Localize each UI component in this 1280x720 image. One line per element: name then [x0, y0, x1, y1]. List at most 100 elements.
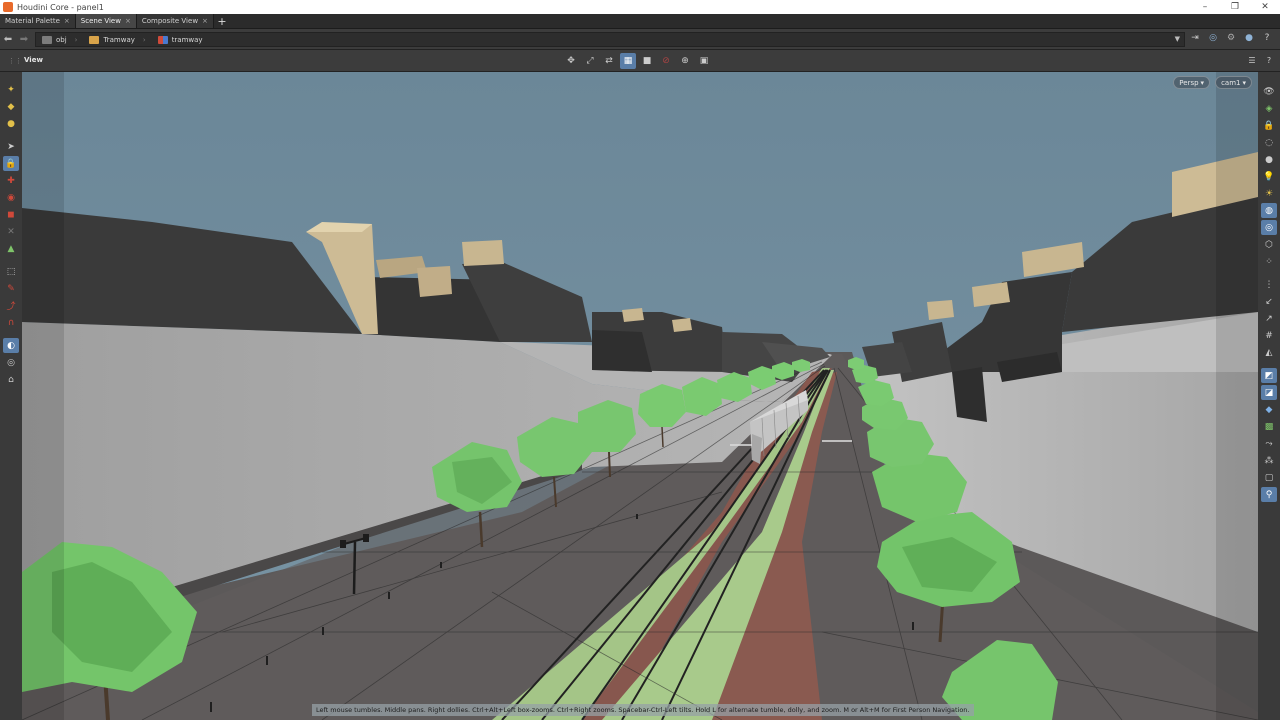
breadcrumb-obj[interactable]: obj ›	[36, 33, 83, 46]
folder-icon	[89, 35, 100, 44]
breadcrumb[interactable]: obj › Tramway › tramway ▼	[35, 32, 1185, 47]
obj-network-icon	[42, 35, 52, 44]
breadcrumb-label: Tramway	[103, 35, 135, 44]
drag-handle-icon[interactable]: ⋮⋮	[8, 57, 22, 65]
move-icon[interactable]: ✚	[3, 173, 19, 188]
handle-icon[interactable]: ▲	[3, 241, 19, 256]
chevron-down-icon: ▾	[1242, 78, 1246, 87]
transform-icon[interactable]: ✕	[3, 224, 19, 239]
point-display-icon[interactable]: ⁘	[1261, 254, 1277, 269]
home-view-icon[interactable]: ✥	[563, 53, 579, 69]
template-icon[interactable]: ⬡	[1261, 237, 1277, 252]
tab-material-palette[interactable]: Material Palette ×	[0, 14, 76, 28]
forward-arrow-icon[interactable]: ➡	[16, 31, 32, 47]
volume-icon[interactable]: ▢	[1261, 470, 1277, 485]
houdini-logo-icon	[3, 2, 13, 12]
pane-options: ☰ ?	[1245, 53, 1276, 67]
help-icon[interactable]: ?	[1262, 53, 1276, 67]
magnet-icon[interactable]: ∩	[3, 315, 19, 330]
lock-icon[interactable]: 🔒	[3, 156, 19, 171]
snap-point-icon[interactable]: ●	[3, 116, 19, 131]
render-region-icon[interactable]: ◎	[3, 355, 19, 370]
path-bar: ⬅ ➡ obj › Tramway › tramway ▼ ⇥ ◎ ⚙ ● ?	[0, 29, 1280, 50]
camera-icon[interactable]: ▣	[696, 53, 712, 69]
safe-area-left	[22, 72, 64, 720]
select-arrow-icon[interactable]: ➤	[3, 139, 19, 154]
safe-area-right	[1216, 72, 1258, 720]
maximize-button[interactable]: ❐	[1220, 0, 1250, 14]
tab-label: Scene View	[80, 17, 121, 25]
chevron-right-icon: ›	[74, 35, 78, 44]
back-arrow-icon[interactable]: ⬅	[0, 31, 16, 47]
projection-menu-button[interactable]: Persp ▾	[1173, 76, 1211, 89]
close-icon[interactable]: ×	[202, 17, 208, 25]
viewport-toolbar: ✥ ⤢ ⇄ ▦ ■ ⊘ ⊕ ▣	[563, 53, 712, 69]
particles-icon[interactable]: ⁂	[1261, 453, 1277, 468]
view-tool-icon[interactable]: ◐	[3, 338, 19, 353]
scene-viewport[interactable]: Persp ▾ cam1 ▾ Left mouse tumbles. Middl…	[22, 72, 1258, 720]
chevron-down-icon: ▾	[1200, 78, 1205, 87]
breadcrumb-label: obj	[56, 35, 67, 44]
uv-icon[interactable]: ↗	[1261, 311, 1277, 326]
tab-label: Material Palette	[5, 17, 60, 25]
close-icon[interactable]: ×	[64, 17, 70, 25]
prim-number-icon[interactable]: #	[1261, 328, 1277, 343]
close-window-button[interactable]: ✕	[1250, 0, 1280, 14]
geometry-node-icon	[157, 35, 168, 44]
pin-location-icon[interactable]: ⚲	[1261, 487, 1277, 502]
hull-icon[interactable]: ◭	[1261, 345, 1277, 360]
minimize-button[interactable]: –	[1190, 0, 1220, 14]
tab-composite-view[interactable]: Composite View ×	[136, 14, 214, 28]
sculpt-icon[interactable]: ⤴	[3, 298, 19, 313]
chevron-right-icon: ›	[142, 35, 146, 44]
texture-icon[interactable]: ▩	[1261, 419, 1277, 434]
camera-menu-button[interactable]: cam1 ▾	[1215, 76, 1252, 89]
camera-label: cam1	[1221, 78, 1241, 87]
light-icon[interactable]: 💡	[1261, 169, 1277, 184]
wireframe-icon[interactable]: ◩	[1261, 368, 1277, 383]
tab-label: Composite View	[141, 17, 199, 25]
paint-icon[interactable]: ✎	[3, 281, 19, 296]
snapshot-icon[interactable]: ⊕	[677, 53, 693, 69]
normals-icon[interactable]: ⋮	[1261, 277, 1277, 292]
pane-tab-bar: Material Palette × Scene View × Composit…	[0, 14, 1280, 29]
rotate-icon[interactable]: ◉	[3, 190, 19, 205]
display-mode-icon[interactable]: ◈	[1261, 101, 1277, 116]
network-icon[interactable]: ⚙	[1224, 31, 1238, 45]
close-icon[interactable]: ×	[125, 17, 131, 25]
path-bar-tools: ⇥ ◎ ⚙ ● ?	[1188, 31, 1280, 48]
help-icon[interactable]: ?	[1260, 31, 1274, 45]
vector-icon[interactable]: ↙	[1261, 294, 1277, 309]
smooth-shaded-icon[interactable]: ◪	[1261, 385, 1277, 400]
background-image-icon[interactable]: ◎	[1261, 220, 1277, 235]
camera-view-icon[interactable]: ◍	[1261, 203, 1277, 218]
display-options-icon[interactable]: ▦	[620, 53, 636, 69]
headlight-icon[interactable]: ☀	[1261, 186, 1277, 201]
pin-icon[interactable]: ⇥	[1188, 31, 1202, 45]
ghost-icon[interactable]: ◌	[1261, 135, 1277, 150]
scale-icon[interactable]: ◼	[3, 207, 19, 222]
viewport-camera-menus: Persp ▾ cam1 ▾	[1173, 76, 1252, 89]
pane-settings-icon[interactable]: ☰	[1245, 53, 1259, 67]
snap-icon[interactable]: ✦	[3, 82, 19, 97]
lock-icon[interactable]: 🔒	[1261, 118, 1277, 133]
add-tab-button[interactable]: +	[214, 14, 230, 28]
pose-icon[interactable]: ⬚	[3, 264, 19, 279]
snap-grid-icon[interactable]: ◆	[3, 99, 19, 114]
frame-selected-icon[interactable]: ⤢	[582, 53, 598, 69]
shading-icon[interactable]: ●	[1261, 152, 1277, 167]
background-icon[interactable]: ■	[639, 53, 655, 69]
geometry-icon[interactable]: ◆	[1261, 402, 1277, 417]
tramway-scene-render	[22, 72, 1258, 720]
breadcrumb-tramway-subnet[interactable]: Tramway ›	[83, 33, 151, 46]
flipbook-icon[interactable]: ⌂	[3, 372, 19, 387]
skeleton-icon[interactable]: ⤳	[1261, 436, 1277, 451]
link-icon[interactable]: ◎	[1206, 31, 1220, 45]
swap-arrows-icon[interactable]: ⇄	[601, 53, 617, 69]
visibility-icon[interactable]: 👁	[1261, 84, 1277, 99]
breadcrumb-tramway-geo[interactable]: tramway	[152, 33, 209, 46]
chevron-down-icon[interactable]: ▼	[1175, 35, 1180, 43]
record-icon[interactable]: ⊘	[658, 53, 674, 69]
tab-scene-view[interactable]: Scene View ×	[75, 14, 137, 28]
globe-icon[interactable]: ●	[1242, 31, 1256, 45]
